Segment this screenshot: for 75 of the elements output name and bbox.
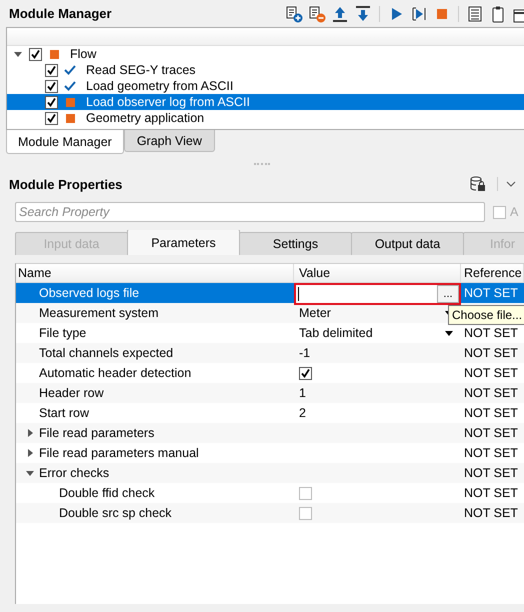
reference-text: NOT SET bbox=[464, 386, 518, 400]
property-name: Measurement system bbox=[39, 306, 158, 320]
property-name: File read parameters manual bbox=[39, 446, 199, 460]
reference-text: NOT SET bbox=[464, 486, 518, 500]
list-add-icon[interactable] bbox=[285, 4, 303, 22]
dropdown-arrow-icon[interactable] bbox=[445, 330, 453, 336]
list-icon[interactable] bbox=[466, 4, 484, 22]
move-up-icon[interactable] bbox=[331, 4, 349, 22]
property-name: Total channels expected bbox=[39, 346, 174, 360]
reference-text: NOT SET bbox=[464, 446, 518, 460]
column-header[interactable]: Name bbox=[16, 264, 294, 282]
property-name: Double src sp check bbox=[59, 506, 172, 520]
property-name: Start row bbox=[39, 406, 90, 420]
tab[interactable]: Settings bbox=[239, 232, 352, 255]
tab[interactable]: Graph View bbox=[124, 130, 215, 152]
tree-item-label: Read SEG-Y traces bbox=[86, 63, 196, 77]
reference-text: NOT SET bbox=[464, 506, 518, 520]
file-path-field[interactable]: ... bbox=[294, 283, 461, 305]
tab[interactable]: Output data bbox=[351, 232, 464, 255]
property-name: Observed logs file bbox=[39, 286, 140, 300]
checkbox[interactable] bbox=[29, 48, 42, 60]
reference-text: NOT SET bbox=[464, 406, 518, 420]
dropdown-value[interactable]: Meter bbox=[299, 306, 445, 320]
tab[interactable]: Parameters bbox=[127, 230, 240, 255]
column-header[interactable]: Value bbox=[294, 264, 461, 282]
chevron-down-icon[interactable] bbox=[506, 181, 516, 187]
checkbox[interactable] bbox=[299, 506, 312, 520]
expanded-arrow-icon[interactable] bbox=[26, 469, 34, 477]
move-down-icon[interactable] bbox=[354, 4, 372, 22]
tree-row[interactable]: Geometry application bbox=[7, 110, 524, 126]
tab[interactable]: Module Manager bbox=[6, 130, 124, 154]
checkbox[interactable] bbox=[493, 206, 506, 218]
tree-row[interactable]: Load observer log from ASCII bbox=[7, 94, 524, 110]
option-label: A bbox=[510, 205, 518, 219]
value-text[interactable]: -1 bbox=[299, 346, 310, 360]
reference-text: NOT SET bbox=[464, 326, 518, 340]
panel-title: Module Manager bbox=[9, 6, 113, 21]
property-name: Error checks bbox=[39, 466, 110, 480]
checkbox[interactable] bbox=[45, 96, 58, 108]
step-play-icon[interactable] bbox=[410, 4, 428, 22]
column-header[interactable]: Reference bbox=[461, 264, 524, 282]
list-remove-icon[interactable] bbox=[308, 4, 326, 22]
tree-row[interactable]: Load geometry from ASCII bbox=[7, 78, 524, 94]
checkbox[interactable] bbox=[299, 366, 312, 380]
tree-row[interactable]: Read SEG-Y traces bbox=[7, 62, 524, 78]
property-name: File read parameters bbox=[39, 426, 154, 440]
checkbox[interactable] bbox=[45, 80, 58, 92]
tree-row[interactable]: Flow bbox=[7, 46, 524, 62]
checkbox[interactable] bbox=[45, 64, 58, 76]
reference-text: NOT SET bbox=[464, 466, 518, 480]
reference-text: NOT SET bbox=[464, 426, 518, 440]
expanded-arrow-icon[interactable] bbox=[14, 50, 22, 58]
property-name: Automatic header detection bbox=[39, 366, 192, 380]
collapsed-arrow-icon[interactable] bbox=[26, 429, 34, 437]
value-text[interactable]: 1 bbox=[299, 386, 306, 400]
property-name: Double ffid check bbox=[59, 486, 155, 500]
tree-item-label: Flow bbox=[70, 47, 96, 61]
tooltip: Choose file... bbox=[448, 305, 524, 325]
dropdown-value[interactable]: Tab delimited bbox=[299, 326, 445, 340]
checkbox[interactable] bbox=[45, 112, 58, 124]
reference-text: NOT SET bbox=[464, 286, 518, 300]
reference-text: NOT SET bbox=[464, 366, 518, 380]
property-name: File type bbox=[39, 326, 86, 340]
checkbox[interactable] bbox=[299, 486, 312, 500]
property-name: Header row bbox=[39, 386, 104, 400]
panel-title: Module Properties bbox=[9, 176, 124, 192]
tree-item-label: Load geometry from ASCII bbox=[86, 79, 234, 93]
collapsed-arrow-icon[interactable] bbox=[26, 449, 34, 457]
tree-item-label: Geometry application bbox=[86, 111, 204, 125]
reference-text: NOT SET bbox=[464, 346, 518, 360]
database-lock-icon[interactable] bbox=[469, 175, 487, 193]
value-text[interactable]: 2 bbox=[299, 406, 306, 420]
search-field[interactable]: Search Property bbox=[15, 202, 485, 222]
tree-item-label: Load observer log from ASCII bbox=[86, 95, 250, 109]
browse-button[interactable]: ... bbox=[437, 285, 459, 303]
